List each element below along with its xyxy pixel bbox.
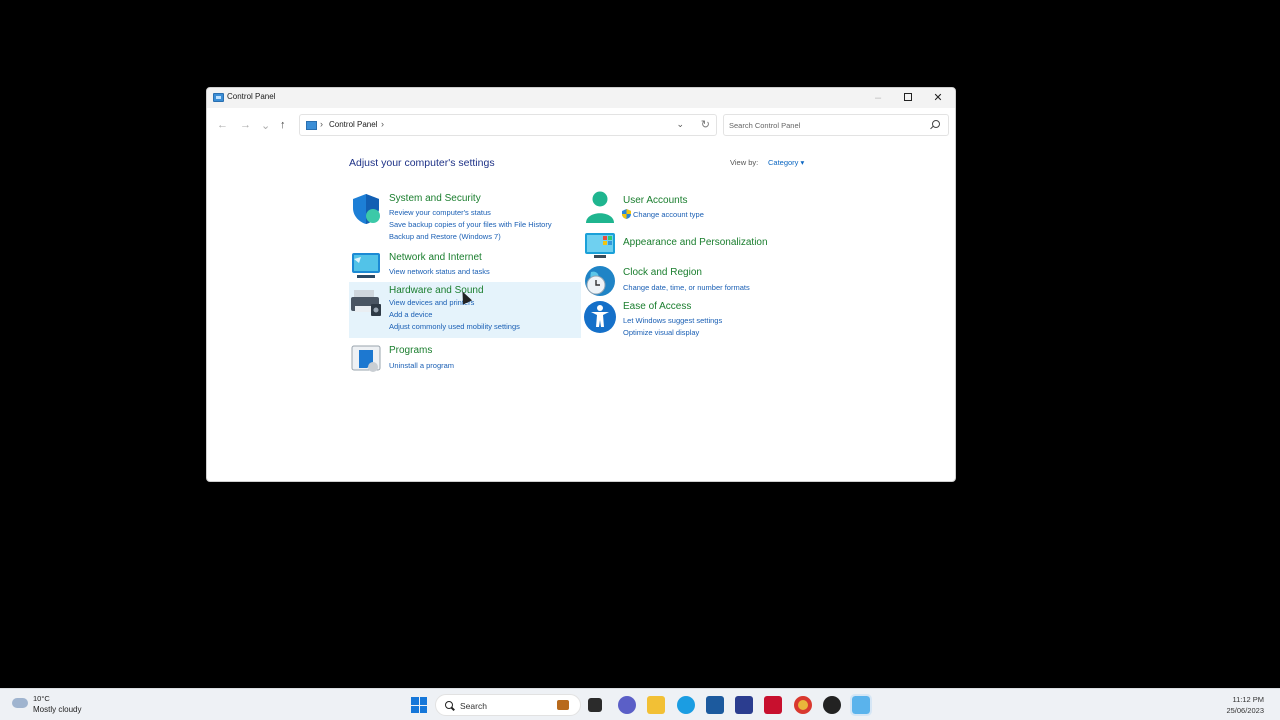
category-title[interactable]: Programs <box>389 345 432 356</box>
refresh-icon[interactable]: ↻ <box>701 118 710 131</box>
breadcrumb-control-panel[interactable]: Control Panel <box>329 120 377 129</box>
taskbar-search[interactable]: Search <box>435 694 581 716</box>
link-windows-suggest[interactable]: Let Windows suggest settings <box>623 316 722 325</box>
app-icon[interactable] <box>823 696 841 714</box>
breadcrumb-separator[interactable]: › <box>381 119 384 129</box>
view-by-dropdown[interactable]: Category ▾ <box>768 158 804 167</box>
link-mobility-settings[interactable]: Adjust commonly used mobility settings <box>389 322 520 331</box>
clock-globe-icon <box>585 266 615 296</box>
accessibility-icon <box>584 301 616 333</box>
weather-cloud-icon[interactable] <box>12 698 28 708</box>
category-title[interactable]: Clock and Region <box>623 267 702 278</box>
link-review-status[interactable]: Review your computer's status <box>389 208 491 217</box>
search-highlight-icon <box>557 700 569 710</box>
task-view-icon[interactable] <box>588 698 602 712</box>
link-uninstall-program[interactable]: Uninstall a program <box>389 361 454 370</box>
category-title[interactable]: User Accounts <box>623 195 687 206</box>
category-title[interactable]: System and Security <box>389 193 481 204</box>
file-explorer-icon[interactable] <box>647 696 665 714</box>
control-panel-window: Control Panel – ✕ ← → ⌄ ↑ › Control Pane… <box>206 87 956 482</box>
control-panel-taskbar-icon[interactable] <box>850 694 872 716</box>
category-title[interactable]: Network and Internet <box>389 252 482 263</box>
link-file-history[interactable]: Save backup copies of your files with Fi… <box>389 220 552 229</box>
category-title[interactable]: Ease of Access <box>623 301 691 312</box>
link-add-device[interactable]: Add a device <box>389 310 432 319</box>
edge-browser-icon[interactable] <box>677 696 695 714</box>
close-button[interactable]: ✕ <box>923 88 953 108</box>
control-panel-icon <box>306 121 317 130</box>
category-network-internet: Network and Internet View network status… <box>349 249 581 279</box>
search-icon <box>445 701 453 709</box>
category-ease-of-access: Ease of Access Let Windows suggest setti… <box>583 298 793 338</box>
system-date[interactable]: 25/06/2023 <box>1226 706 1264 715</box>
chrome-icon[interactable] <box>794 696 812 714</box>
link-optimize-display[interactable]: Optimize visual display <box>623 328 699 337</box>
teams-chat-icon[interactable] <box>618 696 636 714</box>
category-appearance-personalization: Appearance and Personalization <box>583 228 793 260</box>
display-icon <box>585 233 615 258</box>
search-icon[interactable] <box>932 120 940 128</box>
address-dropdown-icon[interactable]: ⌄ <box>676 119 684 130</box>
mcafee-icon[interactable] <box>764 696 782 714</box>
window-title: Control Panel <box>227 92 276 101</box>
taskbar-search-label: Search <box>460 701 487 711</box>
programs-icon <box>351 345 381 372</box>
search-placeholder: Search Control Panel <box>729 121 801 130</box>
search-input[interactable]: Search Control Panel <box>723 114 949 136</box>
address-bar[interactable]: › Control Panel › ⌄ ↻ <box>299 114 717 136</box>
store-icon[interactable] <box>706 696 724 714</box>
link-backup-restore[interactable]: Backup and Restore (Windows 7) <box>389 232 501 241</box>
weather-description[interactable]: Mostly cloudy <box>33 705 81 714</box>
back-button[interactable]: ← <box>217 119 228 131</box>
network-icon <box>352 253 380 278</box>
uac-shield-icon <box>622 209 631 219</box>
category-clock-region: Clock and Region Change date, time, or n… <box>583 262 793 296</box>
start-button[interactable] <box>411 697 427 713</box>
page-title: Adjust your computer's settings <box>349 157 495 169</box>
link-date-time-formats[interactable]: Change date, time, or number formats <box>623 283 750 292</box>
shield-icon <box>353 194 380 224</box>
navigation-bar: ← → ⌄ ↑ › Control Panel › ⌄ ↻ Search Con… <box>207 108 955 142</box>
category-user-accounts: User Accounts Change account type <box>583 190 793 226</box>
minimize-button[interactable]: – <box>863 88 893 108</box>
recent-locations-button[interactable]: ⌄ <box>261 119 270 132</box>
maximize-icon <box>904 93 912 102</box>
maximize-button[interactable] <box>893 88 923 108</box>
view-by-label: View by: <box>730 158 759 167</box>
link-change-account-type[interactable]: Change account type <box>633 210 704 219</box>
category-programs: Programs Uninstall a program <box>349 342 581 374</box>
title-bar[interactable]: Control Panel – ✕ <box>207 88 955 108</box>
category-system-security: System and Security Review your computer… <box>349 190 581 244</box>
forward-button[interactable]: → <box>240 119 251 131</box>
control-panel-icon <box>213 93 224 102</box>
taskbar: 10°C Mostly cloudy Search 11:12 PM 25/06… <box>0 688 1280 720</box>
system-time[interactable]: 11:12 PM <box>1232 695 1264 704</box>
app-icon[interactable] <box>735 696 753 714</box>
printer-icon <box>351 290 381 316</box>
category-title[interactable]: Appearance and Personalization <box>623 237 768 248</box>
link-network-status[interactable]: View network status and tasks <box>389 267 490 276</box>
user-icon <box>586 191 614 223</box>
weather-temperature[interactable]: 10°C <box>33 694 50 703</box>
up-button[interactable]: ↑ <box>280 119 286 131</box>
breadcrumb-separator: › <box>320 119 323 129</box>
